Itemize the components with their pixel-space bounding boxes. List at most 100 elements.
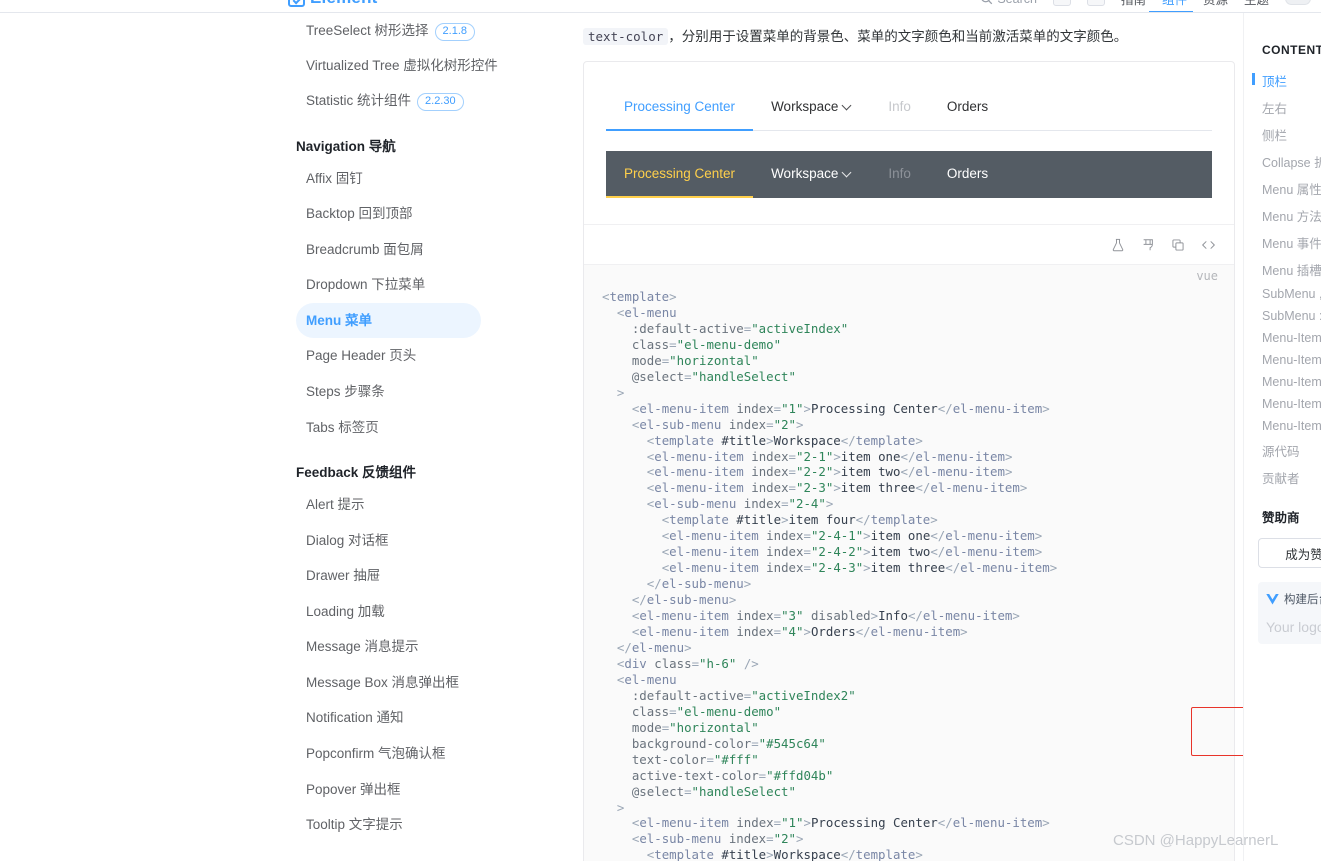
nav-item-guide[interactable]: 指南 [1121,0,1146,8]
toc-item-collapse[interactable]: Collapse 折 [1244,148,1321,175]
toc-item-menu-item-5[interactable]: Menu-Item [1244,415,1321,437]
brand-logo[interactable]: Element [288,0,378,8]
toc-item-source-code[interactable]: 源代码 [1244,437,1321,464]
light-menu: Processing Center Workspace Info Orders [606,84,1212,131]
sidebar-item-affix[interactable]: Affix 固钉 [296,161,556,197]
copy-icon[interactable] [1171,238,1185,252]
sidebar-item-statistic[interactable]: Statistic 统计组件 2.2.30 [296,83,556,119]
toc-item-menu-events[interactable]: Menu 事件 [1244,229,1321,256]
toc-item-side-bar[interactable]: 侧栏 [1244,121,1321,148]
sidebar-item-breadcrumb[interactable]: Breadcrumb 面包屑 [296,232,556,268]
search-box[interactable]: Search [980,0,1037,6]
search-placeholder: Search [997,0,1037,6]
sidebar-item-popover[interactable]: Popover 弹出框 [296,772,556,808]
toc-item-menu-attributes[interactable]: Menu 属性 [1244,175,1321,202]
light-menu-item-orders[interactable]: Orders [929,84,1006,131]
sidebar-item-steps[interactable]: Steps 步骤条 [296,374,556,410]
dark-menu-item-workspace[interactable]: Workspace [753,151,870,198]
search-key-hint-1 [1052,0,1071,6]
light-menu-item-workspace[interactable]: Workspace [753,84,870,131]
description-paragraph: text-color ，分别用于设置菜单的背景色、菜单的文字颜色和当前激活菜单的文… [583,26,1235,48]
menu-item-label: Workspace [771,99,839,114]
search-icon [981,0,993,5]
dark-menu-item-processing-center[interactable]: Processing Center [606,151,754,198]
theme-toggle[interactable] [1285,0,1311,5]
version-badge: 2.2.30 [417,92,464,111]
sidebar-item-dropdown[interactable]: Dropdown 下拉菜单 [296,267,556,303]
toc-item-top-bar[interactable]: 顶栏 [1244,67,1321,94]
sidebar-item-tabs[interactable]: Tabs 标签页 [296,410,556,446]
sidebar-item-treeselect[interactable]: TreeSelect 树形选择 2.1.8 [296,13,556,49]
sidebar-item-label: TreeSelect 树形选择 [306,23,429,38]
left-sidebar: TreeSelect 树形选择 2.1.8 Virtualized Tree 虚拟… [0,13,575,861]
light-menu-item-processing-center[interactable]: Processing Center [606,84,754,131]
search-key-hint-2 [1086,0,1105,6]
sidebar-item-drawer[interactable]: Drawer 抽屉 [296,558,556,594]
sidebar-item-page-header[interactable]: Page Header 页头 [296,338,556,374]
toc-item-menu-item-2[interactable]: Menu-Item [1244,349,1321,371]
code-block: vue <template> <el-menu :default-active=… [584,264,1234,861]
light-menu-item-info: Info [870,84,929,131]
main-content: text-color ，分别用于设置菜单的背景色、菜单的文字颜色和当前激活菜单的文… [575,13,1243,861]
sidebar-item-alert[interactable]: Alert 提示 [296,487,556,523]
page-root: Element Search 指南 组件 资源 主题 TreeSelect 树形… [0,0,1321,861]
inline-code-text-color: text-color [583,28,669,45]
nav-item-components[interactable]: 组件 [1162,0,1187,8]
sidebar-group-navigation: Navigation 导航 [296,138,396,154]
right-toc-sidebar: CONTENT 顶栏 左右 侧栏 Collapse 折 Menu 属性 Menu… [1243,13,1321,861]
top-bar: Element Search 指南 组件 资源 主题 [0,0,1321,13]
chevron-down-icon [843,102,852,111]
toc-item-submenu-b[interactable]: SubMenu : [1244,305,1321,327]
nav-item-resources[interactable]: 资源 [1203,0,1228,8]
chevron-down-icon [843,169,852,178]
nav-item-theme[interactable]: 主题 [1244,0,1269,8]
sponsor-section-title: 赞助商 [1262,511,1300,525]
version-badge: 2.1.8 [434,23,475,41]
toc-item-left-right[interactable]: 左右 [1244,94,1321,121]
flask-icon[interactable] [1111,238,1125,252]
sidebar-item-tooltip[interactable]: Tooltip 文字提示 [296,807,556,843]
sidebar-item-message-box[interactable]: Message Box 消息弹出框 [296,665,556,701]
menu-item-label: Workspace [771,166,839,181]
element-logo-icon [288,0,305,7]
dark-menu: Processing Center Workspace Info Orders [606,151,1212,198]
description-text: ，分别用于设置菜单的背景色、菜单的文字颜色和当前激活菜单的文字颜色。 [668,29,1128,44]
toc-title: CONTENT [1262,43,1321,57]
menu-item-label: Orders [946,166,989,181]
sidebar-item-virtualized-tree[interactable]: Virtualized Tree 虚拟化树形控件 [296,49,556,83]
sidebar-item-loading[interactable]: Loading 加载 [296,594,556,630]
code-language-label: vue [1196,269,1218,283]
sidebar-item-backtop[interactable]: Backtop 回到顶部 [296,196,556,232]
brand-name: Element [310,0,378,8]
menu-item-label: Processing Center [624,99,736,114]
top-nav: Search 指南 组件 资源 主题 [980,0,1311,8]
toc-item-contributors[interactable]: 贡献者 [1244,464,1321,491]
sponsor-text: 构建后台 [1284,594,1321,606]
menu-item-label: Processing Center [624,166,736,181]
codepen-icon[interactable] [1141,238,1155,252]
sidebar-item-notification[interactable]: Notification 通知 [296,700,556,736]
code-source[interactable]: <template> <el-menu :default-active="act… [584,275,1234,861]
sidebar-item-popconfirm[interactable]: Popconfirm 气泡确认框 [296,736,556,772]
demo-card: Processing Center Workspace Info Orders … [583,61,1235,861]
toc-item-menu-item-4[interactable]: Menu-Item [1244,393,1321,415]
sidebar-item-dialog[interactable]: Dialog 对话框 [296,523,556,559]
code-icon[interactable] [1201,238,1216,252]
sidebar-item-message[interactable]: Message 消息提示 [296,629,556,665]
sidebar-list: TreeSelect 树形选择 2.1.8 Virtualized Tree 虚拟… [296,13,556,861]
toc-item-menu-methods[interactable]: Menu 方法 [1244,202,1321,229]
sponsor-card[interactable]: 构建后台 Your logo [1258,582,1321,644]
become-sponsor-button[interactable]: 成为赞 [1258,538,1321,568]
dark-menu-item-orders[interactable]: Orders [929,151,1006,198]
toc-item-submenu-a[interactable]: SubMenu , [1244,283,1321,305]
sidebar-item-menu[interactable]: Menu 菜单 [296,302,481,339]
toc-item-menu-item-1[interactable]: Menu-Item [1244,327,1321,349]
toc-item-menu-slots[interactable]: Menu 插槽 [1244,256,1321,283]
sidebar-item-label: Virtualized Tree 虚拟化树形控件 [306,58,498,73]
menu-item-label: Info [888,166,911,181]
toc-item-menu-item-3[interactable]: Menu-Item [1244,371,1321,393]
sponsor-row: 构建后台 [1266,591,1321,607]
sponsor-logo-placeholder: Your logo [1266,619,1321,635]
dark-menu-item-info: Info [870,151,929,198]
demo-toolbar [584,224,1234,264]
